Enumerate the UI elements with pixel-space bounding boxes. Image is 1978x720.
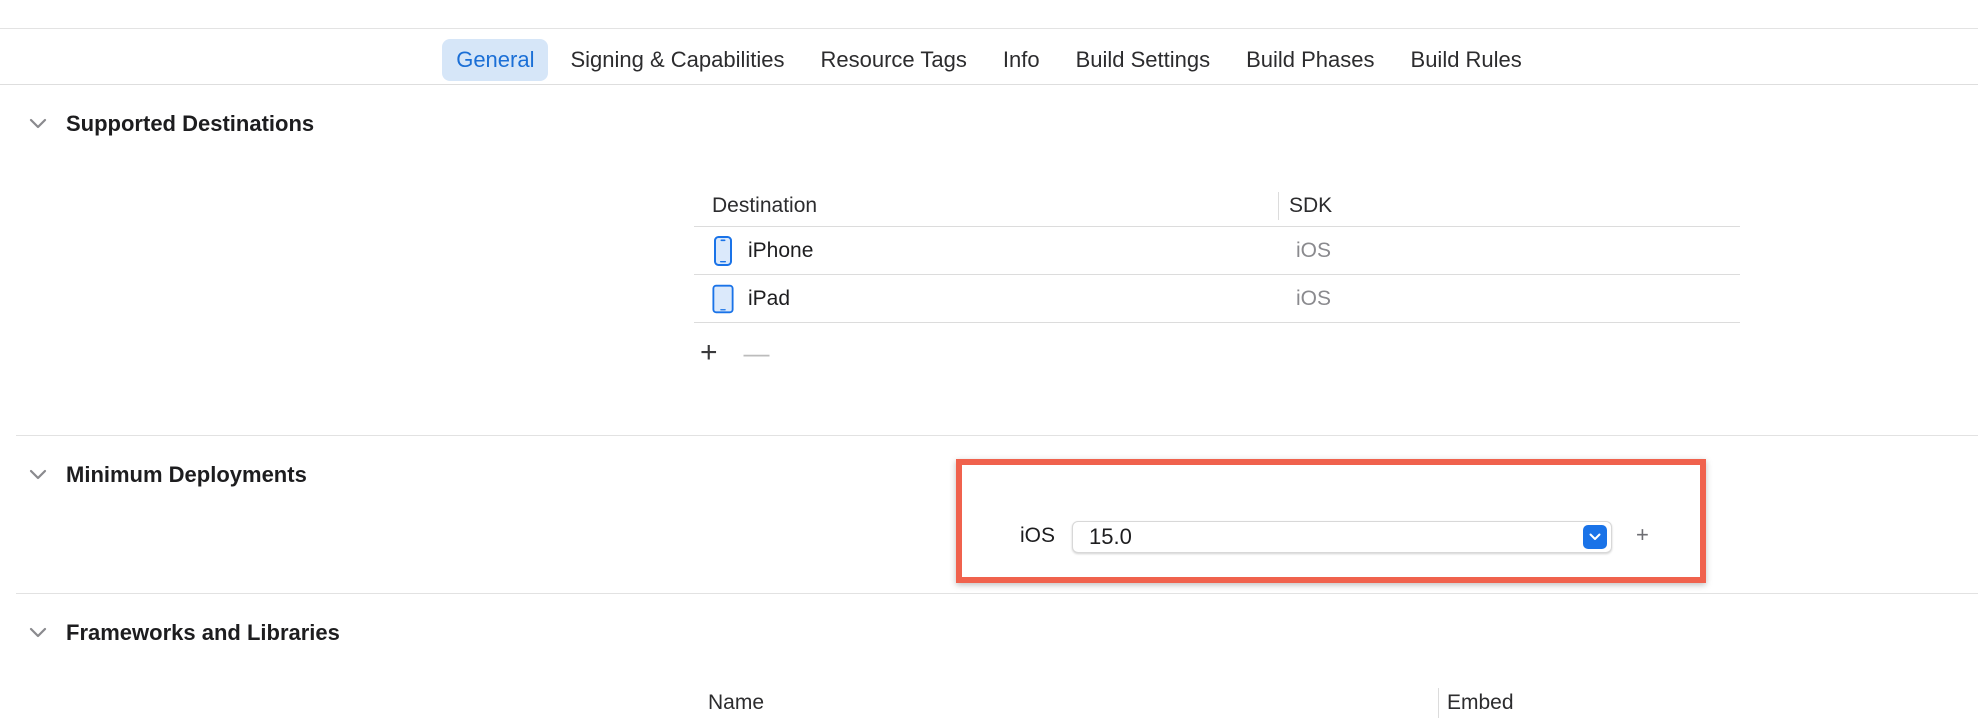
tab-signing-capabilities[interactable]: Signing & Capabilities: [556, 39, 798, 81]
add-deployment-button[interactable]: +: [1636, 522, 1649, 548]
window-top-line: [0, 28, 1978, 29]
tab-info[interactable]: Info: [989, 39, 1054, 81]
section-title: Supported Destinations: [66, 111, 315, 136]
iphone-icon: [712, 235, 734, 267]
tab-resource-tags[interactable]: Resource Tags: [807, 39, 981, 81]
ios-version-value: 15.0: [1089, 524, 1132, 549]
column-header-sdk[interactable]: SDK: [1278, 192, 1332, 220]
chevron-down-icon[interactable]: [24, 110, 52, 138]
chevron-down-icon[interactable]: [24, 619, 52, 647]
table-row[interactable]: iPhone iOS: [694, 227, 1740, 275]
chevron-down-icon[interactable]: [1583, 525, 1607, 549]
editor-tab-bar: General Signing & Capabilities Resource …: [0, 36, 1978, 85]
table-row[interactable]: iPad iOS: [694, 275, 1740, 323]
destination-controls: + —: [700, 338, 770, 368]
destination-name: iPhone: [748, 238, 814, 262]
column-header-embed[interactable]: Embed: [1438, 688, 1514, 718]
deployment-platform-label: iOS: [1020, 524, 1056, 547]
section-title: Frameworks and Libraries: [66, 620, 340, 645]
destination-name: iPad: [748, 286, 791, 310]
tab-general[interactable]: General: [442, 39, 549, 81]
remove-destination-button[interactable]: —: [744, 340, 770, 366]
add-destination-button[interactable]: +: [700, 338, 718, 368]
section-frameworks-header[interactable]: Frameworks and Libraries: [24, 619, 340, 647]
frameworks-table-header: Name Embed: [694, 688, 1740, 718]
sdk-value: iOS: [1296, 238, 1332, 262]
section-minimum-deployments-header[interactable]: Minimum Deployments: [24, 461, 307, 489]
tab-build-rules[interactable]: Build Rules: [1397, 39, 1536, 81]
ipad-icon: [712, 283, 734, 315]
chevron-down-icon[interactable]: [24, 461, 52, 489]
tab-build-phases[interactable]: Build Phases: [1232, 39, 1388, 81]
destinations-table: Destination SDK iPhone iOS iPad iOS: [694, 186, 1740, 323]
column-header-destination[interactable]: Destination: [694, 194, 1278, 218]
sdk-value: iOS: [1296, 286, 1332, 310]
tab-build-settings[interactable]: Build Settings: [1062, 39, 1225, 81]
column-header-name[interactable]: Name: [694, 691, 1438, 715]
section-supported-destinations-header[interactable]: Supported Destinations: [24, 110, 314, 138]
section-divider: [16, 593, 1978, 594]
section-title: Minimum Deployments: [66, 462, 307, 487]
table-header: Destination SDK: [694, 186, 1740, 227]
section-divider: [16, 435, 1978, 436]
ios-version-select[interactable]: 15.0: [1072, 521, 1612, 553]
